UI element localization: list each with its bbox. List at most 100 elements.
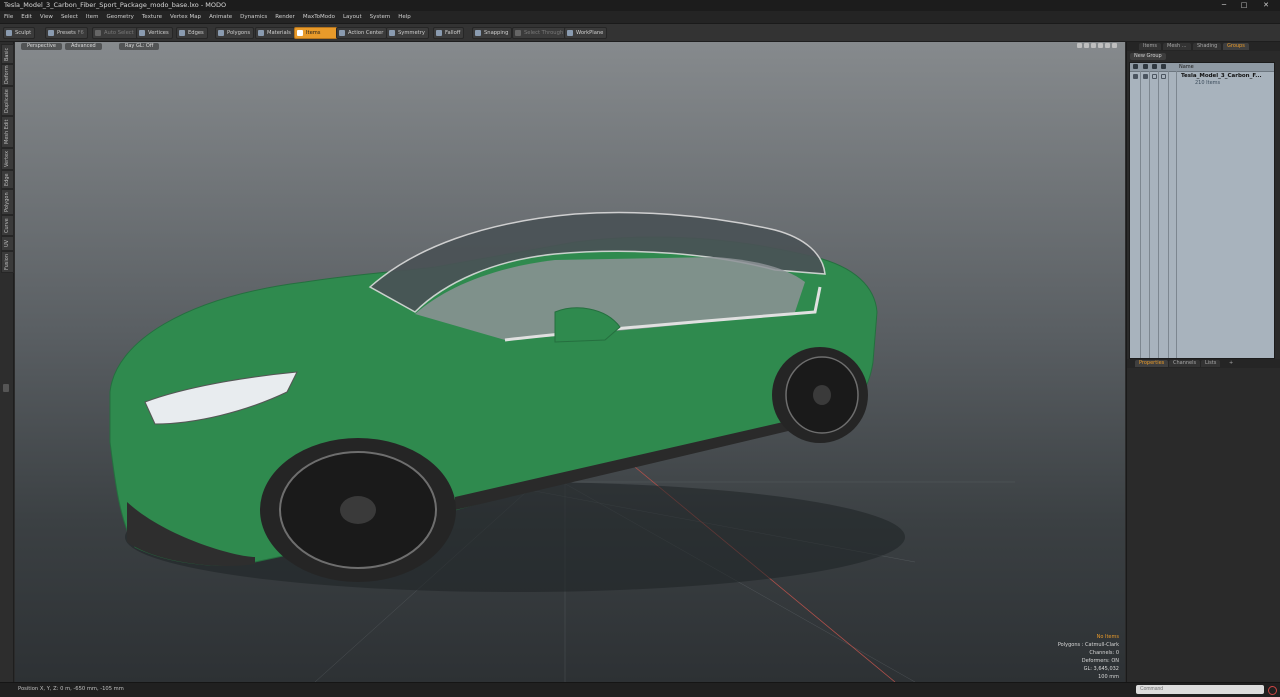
- sculpt-button[interactable]: Sculpt: [3, 27, 36, 39]
- menu-dynamics[interactable]: Dynamics: [236, 11, 271, 23]
- command-input[interactable]: [1136, 685, 1264, 694]
- tab-polygon[interactable]: Polygon: [1, 189, 14, 215]
- menu-system[interactable]: System: [366, 11, 395, 23]
- menu-animate[interactable]: Animate: [205, 11, 236, 23]
- main-toolbar: Sculpt Presets F6 Auto Select Vertices E…: [0, 24, 1280, 42]
- sculpt-icon: [6, 30, 12, 36]
- status-bar: Position X, Y, Z: 0 m, -650 mm, -105 mm: [0, 682, 1280, 697]
- column-divider: [1176, 71, 1177, 358]
- group-item-count: 210 Items: [1195, 80, 1221, 86]
- tab-edge[interactable]: Edge: [1, 170, 14, 189]
- items-icon: [297, 30, 303, 36]
- tab-lists[interactable]: Lists: [1201, 360, 1221, 367]
- menu-select[interactable]: Select: [57, 11, 82, 23]
- materials-button[interactable]: Materials: [255, 27, 295, 39]
- select-toggle-icon[interactable]: [1161, 74, 1166, 79]
- menu-view[interactable]: View: [36, 11, 57, 23]
- menu-help[interactable]: Help: [394, 11, 415, 23]
- visibility-icon: [1133, 64, 1138, 69]
- auto-select-button[interactable]: Auto Select: [92, 27, 138, 39]
- render-toggle-icon[interactable]: [1143, 74, 1148, 79]
- column-divider: [1158, 71, 1159, 358]
- action-center-icon: [339, 30, 345, 36]
- groups-list: Name Tesla_Model_3_Carbon_F... 210 Items: [1129, 62, 1275, 359]
- front-wheel: [260, 438, 456, 582]
- tab-uv[interactable]: UV: [1, 236, 14, 251]
- tab-shading[interactable]: Shading: [1193, 43, 1222, 50]
- menu-maxtomodo[interactable]: MaxToModo: [299, 11, 339, 23]
- left-tool-tabs: Basic Deform Duplicate Mesh Edit Vertex …: [0, 42, 14, 682]
- viewport-info: No Items Polygons : Catmull-Clark Channe…: [1058, 633, 1119, 681]
- menu-geometry[interactable]: Geometry: [102, 11, 137, 23]
- menu-vertex-map[interactable]: Vertex Map: [166, 11, 205, 23]
- polygons-icon: [218, 30, 224, 36]
- minimize-button[interactable]: ─: [1216, 0, 1232, 11]
- 3d-viewport[interactable]: Perspective Advanced Ray GL: Off No Item…: [15, 42, 1125, 682]
- tab-mesh[interactable]: Mesh ...: [1163, 43, 1191, 50]
- group-item[interactable]: Tesla_Model_3_Carbon_F...: [1181, 73, 1262, 79]
- viewport-scene: [109, 211, 1015, 682]
- action-center-button[interactable]: Action Center: [336, 27, 388, 39]
- shading-dropdown[interactable]: Advanced: [65, 43, 102, 50]
- gl-info: GL: 3,645,032: [1083, 666, 1119, 672]
- menu-render[interactable]: Render: [271, 11, 299, 23]
- tab-properties[interactable]: Properties: [1135, 360, 1169, 367]
- presets-button[interactable]: Presets F6: [45, 27, 88, 39]
- workplane-icon: [567, 30, 573, 36]
- tab-basic[interactable]: Basic: [1, 44, 14, 64]
- menu-texture[interactable]: Texture: [138, 11, 166, 23]
- tab-curve[interactable]: Curve: [1, 215, 14, 236]
- render-icon: [1143, 64, 1148, 69]
- lock-toggle-icon[interactable]: [1152, 74, 1157, 79]
- name-column-header: Name: [1179, 64, 1194, 70]
- menu-layout[interactable]: Layout: [339, 11, 366, 23]
- tab-mesh-edit[interactable]: Mesh Edit: [1, 116, 14, 148]
- maximize-button[interactable]: □: [1236, 0, 1252, 11]
- polygons-info: Polygons : Catmull-Clark: [1057, 642, 1119, 648]
- ray-gl-toggle[interactable]: Ray GL: Off: [119, 43, 160, 50]
- add-tab-button[interactable]: +: [1225, 360, 1237, 367]
- symmetry-button[interactable]: Symmetry: [386, 27, 429, 39]
- tab-vertex[interactable]: Vertex: [1, 148, 14, 170]
- close-button[interactable]: ✕: [1258, 0, 1274, 11]
- command-clear-icon[interactable]: [1268, 686, 1277, 695]
- snapping-button[interactable]: Snapping: [472, 27, 513, 39]
- falloff-button[interactable]: Falloff: [433, 27, 465, 39]
- scale-info: 100 mm: [1098, 674, 1119, 680]
- tab-channels[interactable]: Channels: [1169, 360, 1201, 367]
- new-group-button[interactable]: New Group: [1130, 53, 1166, 60]
- zoom-icon[interactable]: [1091, 43, 1096, 48]
- panel-collapse-handle[interactable]: [3, 384, 9, 392]
- settings-icon[interactable]: [1105, 43, 1110, 48]
- lock-icon: [1152, 64, 1157, 69]
- edges-button[interactable]: Edges: [176, 27, 208, 39]
- item-tabs: Items Mesh ... Shading Groups: [1127, 42, 1280, 51]
- eye-icon[interactable]: [1133, 74, 1138, 79]
- tab-groups[interactable]: Groups: [1223, 43, 1249, 50]
- polygons-button[interactable]: Polygons: [215, 27, 255, 39]
- select-through-button[interactable]: Select Through: [512, 27, 568, 39]
- menu-item[interactable]: Item: [82, 11, 103, 23]
- presets-icon: [48, 30, 54, 36]
- properties-panel: Properties Channels Lists +: [1127, 359, 1280, 682]
- menu-file[interactable]: File: [0, 11, 17, 23]
- column-divider: [1140, 71, 1141, 358]
- tab-duplicate[interactable]: Duplicate: [1, 86, 14, 116]
- workplane-button[interactable]: WorkPlane: [564, 27, 608, 39]
- tab-deform[interactable]: Deform: [1, 64, 14, 86]
- tab-fusion[interactable]: Fusion: [1, 251, 14, 273]
- vertices-button[interactable]: Vertices: [136, 27, 173, 39]
- title-bar: Tesla_Model_3_Carbon_Fiber_Sport_Package…: [0, 0, 1280, 11]
- rear-wheel: [772, 347, 868, 443]
- viewport-header: Perspective Advanced Ray GL: Off: [15, 42, 1125, 51]
- menu-edit[interactable]: Edit: [17, 11, 36, 23]
- rotate-icon[interactable]: [1084, 43, 1089, 48]
- deformers-info: Deformers: ON: [1081, 658, 1119, 664]
- pan-icon[interactable]: [1077, 43, 1082, 48]
- items-button[interactable]: Items: [294, 27, 339, 39]
- expand-icon[interactable]: [1112, 43, 1117, 48]
- fit-icon[interactable]: [1098, 43, 1103, 48]
- view-mode-dropdown[interactable]: Perspective: [21, 43, 62, 50]
- viewport-nav-icons: [1075, 43, 1117, 50]
- tab-items[interactable]: Items: [1139, 43, 1161, 50]
